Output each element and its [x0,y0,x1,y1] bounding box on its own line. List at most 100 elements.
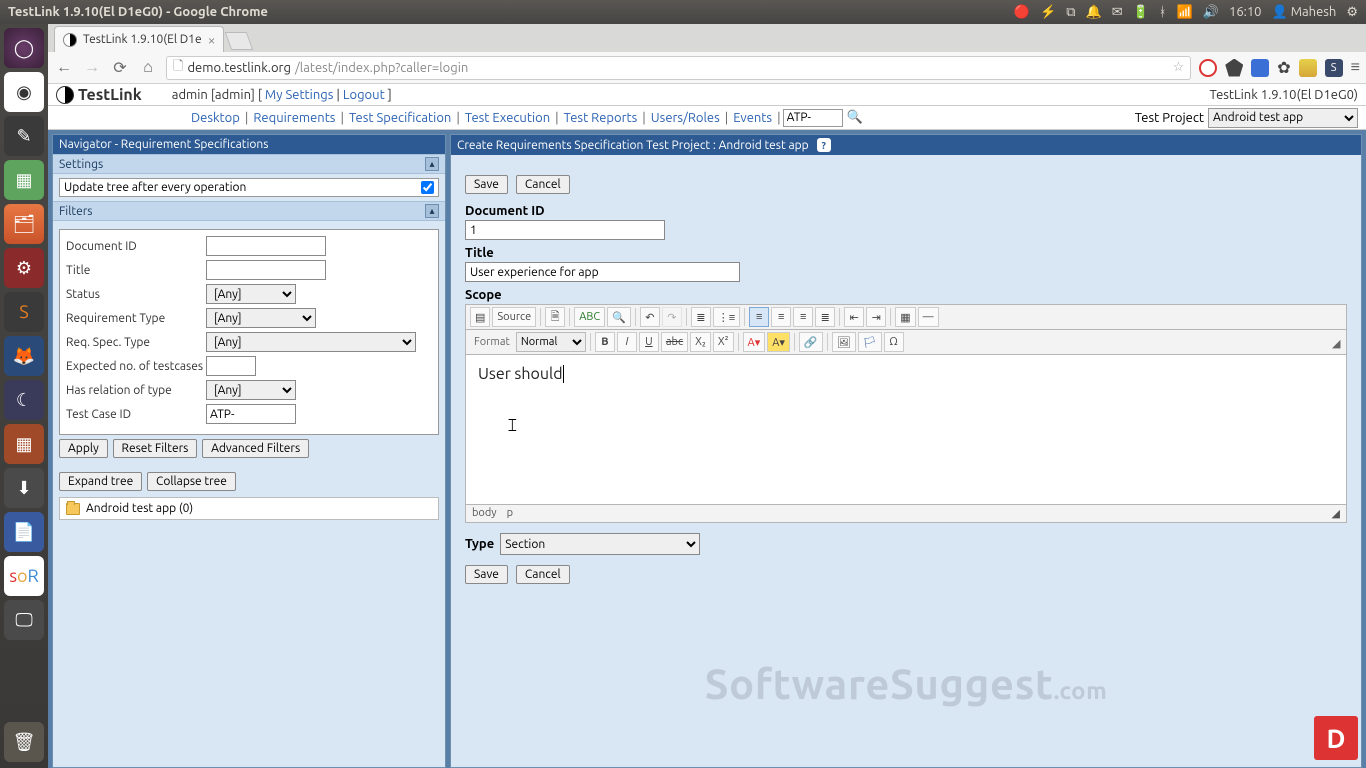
ck-bulletlist-icon[interactable]: ⋮≡ [713,307,740,327]
menu-test-exec[interactable]: Test Execution [462,111,553,125]
files-icon[interactable]: 🗂 [4,204,44,244]
filter-relation-select[interactable]: [Any] [206,380,296,400]
menu-desktop[interactable]: Desktop [188,111,243,125]
battery-icon[interactable]: 🔋 [1133,5,1149,20]
reset-filters-button[interactable]: Reset Filters [113,439,198,458]
menu-search-input[interactable] [783,109,843,127]
ck-bgcolor-icon[interactable]: A▾ [767,332,790,352]
clock[interactable]: 16:10 [1229,5,1262,19]
firefox-icon[interactable]: 🦊 [4,336,44,376]
ck-align-left-icon[interactable]: ≡ [749,307,769,327]
ck-path-body[interactable]: body [472,507,497,520]
my-settings-link[interactable]: My Settings [265,88,333,102]
ck-anchor-icon[interactable]: 🏳 [858,332,882,352]
ck-underline-icon[interactable]: U [639,332,659,352]
tree-root-node[interactable]: Android test app (0) [59,497,439,520]
ck-bold-icon[interactable]: B [595,332,615,352]
trash-icon[interactable]: 🗑 [4,722,44,762]
ck-numberlist-icon[interactable]: ≣ [691,307,711,327]
star-icon[interactable]: ☆ [1173,60,1185,75]
ext-s-icon[interactable]: S [1325,59,1343,77]
ck-find-icon[interactable]: 🔍 [607,307,631,327]
browser-tab[interactable]: TestLink 1.9.10(El D1e × [54,26,224,52]
user-indicator[interactable]: 👤 Mahesh [1272,5,1337,20]
moon-icon[interactable]: ☾ [4,380,44,420]
ext-yellow-icon[interactable] [1299,59,1317,77]
cancel-button[interactable]: Cancel [516,175,570,194]
cancel-button-bottom[interactable]: Cancel [516,565,570,584]
ck-subscript-icon[interactable]: X₂ [690,332,711,352]
help-icon[interactable]: ? [817,138,831,152]
chrome-menu-icon[interactable]: ≡ [1351,58,1360,77]
ck-textcolor-icon[interactable]: A▾ [743,332,766,352]
filters-header[interactable]: Filters ▴ [53,201,445,221]
save-button[interactable]: Save [465,175,508,194]
save-button-bottom[interactable]: Save [465,565,508,584]
document-icon[interactable]: 📄 [4,512,44,552]
thunderbolt-icon[interactable]: ⚡ [1040,5,1056,20]
ck-strike-icon[interactable]: abc [661,332,688,352]
test-project-select[interactable]: Android test app [1208,108,1358,128]
ck-source-button[interactable]: Source [492,307,536,327]
ck-format-select[interactable]: Normal [516,332,586,352]
ck-redo-icon[interactable]: ↷ [662,307,682,327]
ck-editor-area[interactable]: User should 𝙸 [465,355,1347,505]
ck-table-icon[interactable]: ▦ [895,307,915,327]
filter-expected-input[interactable] [206,356,256,376]
reload-button[interactable]: ⟳ [110,58,130,78]
new-tab-button[interactable] [225,32,254,50]
filter-spectype-select[interactable]: [Any] [206,332,416,352]
back-button[interactable]: ← [54,58,74,78]
expand-tree-button[interactable]: Expand tree [59,472,142,491]
ck-hr-icon[interactable]: — [918,307,939,327]
ck-undo-icon[interactable]: ↶ [640,307,660,327]
ck-indent-icon[interactable]: ⇥ [866,307,886,327]
menu-requirements[interactable]: Requirements [250,111,338,125]
ext-blue-icon[interactable] [1251,59,1269,77]
menu-test-reports[interactable]: Test Reports [561,111,641,125]
menu-users-roles[interactable]: Users/Roles [648,111,723,125]
download-icon[interactable]: ⬇ [4,468,44,508]
ck-resize-handle[interactable]: ◢ [1332,507,1340,520]
tab-close-icon[interactable]: × [208,32,216,48]
collapse-icon[interactable]: ▴ [425,157,439,171]
ext-settings-icon[interactable]: ✿ [1277,58,1290,77]
ck-align-right-icon[interactable]: ≡ [793,307,813,327]
app-icon[interactable]: ▦ [4,424,44,464]
dropbox-icon[interactable]: ⧉ [1066,5,1075,20]
chrome-icon[interactable]: ◉ [4,72,44,112]
ck-align-center-icon[interactable]: ≡ [771,307,791,327]
search-icon[interactable]: 🔍 [847,110,863,125]
filter-tcid-input[interactable] [206,404,296,424]
ck-align-justify-icon[interactable]: ≣ [815,307,835,327]
monitor-icon[interactable]: 🖵 [4,600,44,640]
ck-newpage-icon[interactable]: 🗎 [545,307,565,327]
doc-id-input[interactable] [465,220,665,240]
filter-status-select[interactable]: [Any] [206,284,296,304]
sublime-icon[interactable]: S [4,292,44,332]
logout-link[interactable]: Logout [343,88,385,102]
ck-source-icon[interactable]: ▤ [470,307,490,327]
notification-icon[interactable]: 🔔 [1086,5,1102,20]
menu-events[interactable]: Events [730,111,775,125]
ext-pocket-icon[interactable] [1225,59,1243,77]
ck-link-icon[interactable]: 🔗 [799,332,823,352]
forward-button[interactable]: → [82,58,102,78]
ck-image-icon[interactable]: 🖼 [832,332,856,352]
filter-doc-id-input[interactable] [206,236,326,256]
ck-spellcheck-icon[interactable]: ABC [574,307,605,327]
apply-button[interactable]: Apply [59,439,108,458]
advanced-filters-button[interactable]: Advanced Filters [202,439,309,458]
gear-icon[interactable]: ⚙ [1346,5,1358,20]
dash-icon[interactable]: ◯ [4,28,44,68]
update-tree-checkbox[interactable] [421,181,434,194]
volume-icon[interactable]: 🔊 [1203,5,1219,20]
settings-app-icon[interactable]: ⚙ [4,248,44,288]
collapse-tree-button[interactable]: Collapse tree [147,472,236,491]
ck-outdent-icon[interactable]: ⇤ [844,307,864,327]
ext-ublock-icon[interactable] [1199,59,1217,77]
bluetooth-icon[interactable]: ᚼ [1159,5,1167,19]
collapse-icon[interactable]: ▴ [425,204,439,218]
url-input[interactable]: 🗋 demo.testlink.org/latest/index.php?cal… [166,56,1191,80]
indicator-icon[interactable]: 🔴 [1014,5,1030,20]
